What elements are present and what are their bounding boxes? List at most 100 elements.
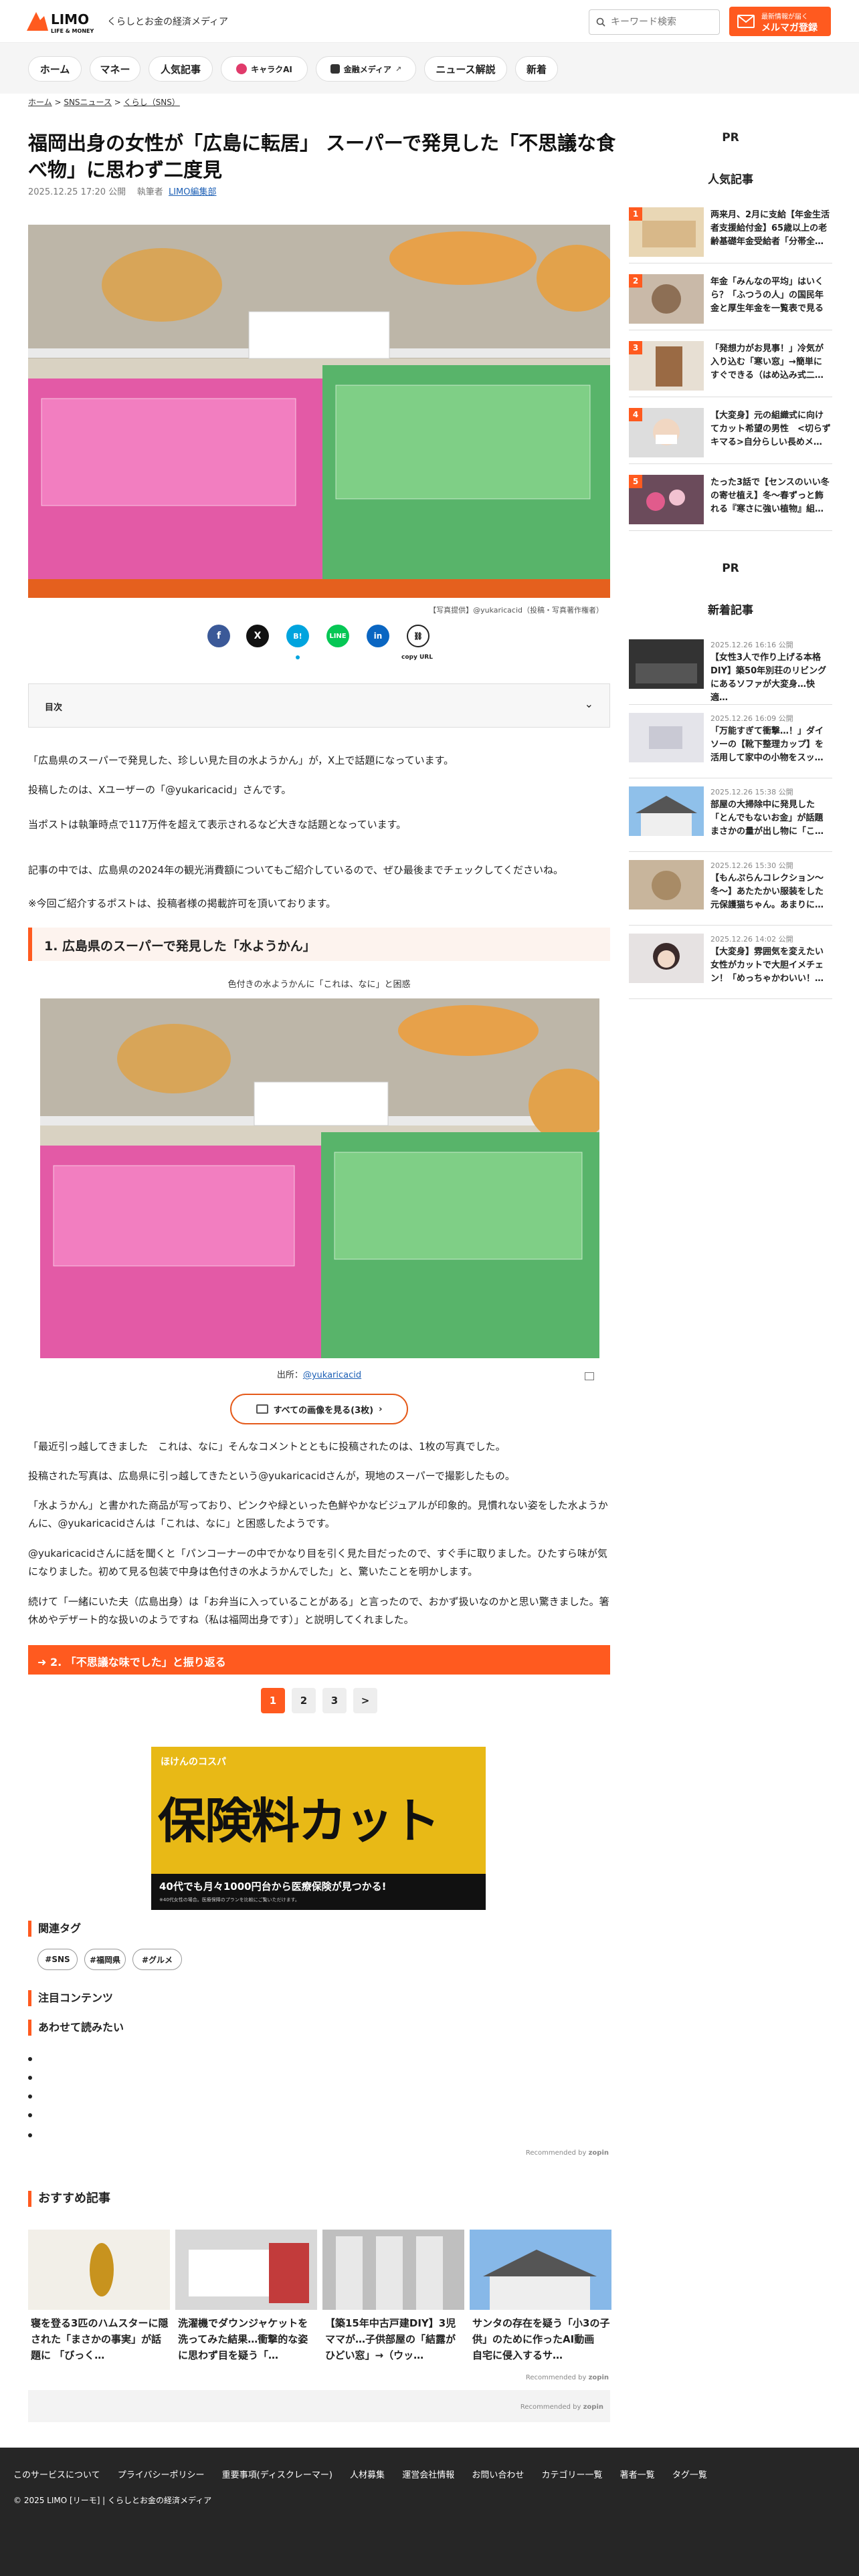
popular-item[interactable]: 4 【大変身】元の組織式に向けてカット希望の男性 <切らずキマる>自分らしい長めメ… [629,401,832,464]
facebook-share-icon[interactable]: f [207,625,230,647]
list-bullet [28,2095,32,2099]
popular-item[interactable]: 2 年金「みんなの平均」はいくら？「ふつうの人」の国民年金と厚生年金を一覧表で見る [629,267,832,330]
x-share-icon[interactable]: X [246,625,269,647]
search-input[interactable] [611,15,711,29]
search-box[interactable] [589,9,720,35]
new-article-item[interactable]: 2025.12.26 16:16 公開 【女性3人で作り上げる本格DIY】築50年… [629,631,832,705]
breadcrumb: ホーム > SNSニュース > くらし（SNS） [28,98,180,107]
breadcrumb-home[interactable]: ホーム [28,98,52,107]
author-link[interactable]: LIMO編集部 [169,187,217,197]
recommended-by: Recommended by zopin [525,2149,609,2157]
site-logo[interactable]: LIMO LIFE & MONEY [25,8,99,36]
hatena-share-icon[interactable]: B! [286,625,309,647]
ad-note: ※40代女性の場合。医療保障のプランを比較にご覧いただけます。 [159,1897,300,1903]
new-article-thumb [629,786,704,836]
share-bar: f X B! LINE in ⛓ copy URL [207,621,435,665]
copyright: © 2025 LIMO [リーモ] | くらしとお金の経済メディア [13,2496,212,2505]
line-share-icon[interactable]: LINE [326,625,349,647]
footer-links: このサービスについて プライバシーポリシー 重要事項(ディスクレーマー) 人材募… [13,2468,722,2480]
footer-link[interactable]: このサービスについて [13,2470,100,2480]
next-section-link[interactable]: ➜ 2. 「不思議な味でした」と振り返る [28,1645,610,1675]
new-article-thumb [629,713,704,762]
page-next[interactable]: > [353,1688,377,1713]
list-bullet [28,2076,32,2080]
recommended-thumb [470,2230,611,2310]
page-2[interactable]: 2 [292,1688,316,1713]
footer-link[interactable]: 重要事項(ディスクレーマー) [222,2470,332,2480]
search-icon [596,17,605,29]
footer-link[interactable]: 著者一覧 [620,2470,655,2480]
also-read-heading: あわせて読みたい [28,2020,124,2036]
footer-link[interactable]: 運営会社情報 [402,2470,454,2480]
article-image[interactable] [40,998,599,1358]
ad-headline: 保険料カット [158,1792,440,1849]
section-heading-1: 1. 広島県のスーパーで発見した「水ようかん」 [28,928,610,961]
recommended-thumb [28,2230,170,2310]
popular-item[interactable]: 3 「発想力がお見事！」冷気が入り込む「寒い窓」→簡単にすぐできる（はめ込み式二… [629,334,832,397]
footer-link[interactable]: タグ一覧 [672,2470,707,2480]
paragraph: ※今回ご紹介するポストは、投稿者様の掲載許可を頂いております。 [28,897,337,909]
ad-banner[interactable]: ほけんのコスパ 保険料カット 40代でも月々1000円台から医療保険が見つかる!… [151,1747,486,1910]
svg-text:LIMO: LIMO [51,11,89,27]
expand-icon[interactable] [585,1372,594,1380]
nav-item-ai[interactable]: キャラクAI [221,56,308,82]
article-date: 2025.12.25 17:20 公開 [28,187,126,197]
tag-gourmet[interactable]: #グルメ [132,1949,182,1970]
new-article-item[interactable]: 2025.12.26 15:38 公開 部屋の大掃除中に発見した「とんでもないお金… [629,778,832,852]
new-article-item[interactable]: 2025.12.26 16:09 公開 「万能すぎて衝撃…！」ダイソーの【靴下整理… [629,705,832,778]
image-source: 出所：@yukaricacid [276,1370,362,1380]
hero-caption: 【写真提供】@yukaricacid（投稿・写真著作権者） [429,606,603,615]
recommended-thumb [322,2230,464,2310]
table-of-contents[interactable]: 目次 ⌄ [28,683,610,728]
newsletter-label: メルマガ登録 [761,23,818,33]
footer-link[interactable]: プライバシーポリシー [118,2470,205,2480]
new-article-item[interactable]: 2025.12.26 15:30 公開 【もんぷらんコレクション〜冬〜】あたたかい… [629,852,832,926]
link-copy-icon[interactable]: ⛓ [407,625,430,647]
footer-link[interactable]: お問い合わせ [472,2470,524,2480]
new-article-thumb [629,934,704,983]
related-tags-heading: 関連タグ [28,1921,81,1937]
popular-item[interactable]: 1 两来月、2月に支給【年金生活者支援給付金】65歳以上の老齢基礎年金受給者「分帯… [629,201,832,263]
category-nav: ホーム マネー 人気記事 キャラクAI 金融メディア ↗ ニュース解説 新着 [0,43,859,94]
tag-fukuoka[interactable]: #福岡県 [84,1949,126,1970]
linkedin-share-icon[interactable]: in [367,625,389,647]
photo-caption: 色付きの水ようかんに「これは、なに」と困惑 [227,980,411,990]
new-article-item[interactable]: 2025.12.26 14:02 公開 【大変身】雰囲気を変えたい女性がカットで大… [629,926,832,999]
new-articles-heading: 新着記事 [708,604,753,617]
footer-link[interactable]: 人材募集 [350,2470,385,2480]
site-tagline: くらしとお金の経済メディア [107,17,229,27]
arrow-right-icon: ➜ [37,1656,47,1669]
source-link[interactable]: @yukaricacid [303,1370,361,1380]
nav-item-popular[interactable]: 人気記事 [149,56,213,82]
site-header: LIMO LIFE & MONEY くらしとお金の経済メディア 最新情報が届く … [0,0,859,43]
author-label: 執筆者 [136,187,163,197]
tag-sns[interactable]: #SNS [37,1949,78,1970]
page-1[interactable]: 1 [261,1688,285,1713]
page-3[interactable]: 3 [322,1688,347,1713]
paragraph: 記事の中では、広島県の2024年の観光消費額についてもご紹介しているので、ぜひ最… [28,864,564,876]
list-bullet [28,2133,32,2137]
nav-item-new[interactable]: 新着 [515,56,558,82]
nav-item-finance-media[interactable]: 金融メディア ↗ [316,56,416,82]
list-bullet [28,2057,32,2061]
paragraph: 投稿したのは、Xユーザーの「@yukaricacid」さんです。 [28,784,292,796]
paragraph: 「広島県のスーパーで発見した、珍しい見た目の水ようかん」が，X上で話題になってい… [28,754,454,766]
nav-item-news[interactable]: ニュース解説 [424,56,507,82]
breadcrumb-life-sns[interactable]: くらし（SNS） [124,98,180,107]
paragraph: 「最近引っ越してきました これは、なに」そんなコメントとともに投稿されたのは、1… [28,1440,506,1453]
nav-item-home[interactable]: ホーム [28,56,82,82]
article-meta: 2025.12.25 17:20 公開 執筆者 LIMO編集部 [28,185,217,197]
chevron-down-icon: ⌄ [584,697,593,710]
article-title: 福岡出身の女性が「広島に転居」 スーパーで発見した「不思議な食べ物」に思わず二度… [28,132,616,181]
nav-item-money[interactable]: マネー [90,56,140,82]
ad-sub: 40代でも月々1000円台から医療保険が見つかる! [159,1881,387,1893]
recommended-by: Recommended by zopin [525,2374,609,2381]
footer-link[interactable]: カテゴリー一覧 [542,2470,603,2480]
media-icon [330,64,340,74]
all-images-button[interactable]: すべての画像を見る(3枚) › [230,1394,408,1424]
popular-item[interactable]: 5 たった3話で【センスのいい冬の寄せ植え】冬〜春ずっと飾れる『寒さに強い植物』組… [629,468,832,531]
newsletter-button[interactable]: 最新情報が届く メルマガ登録 [729,7,831,36]
attention-heading: 注目コンテンツ [28,1990,113,2006]
breadcrumb-sns[interactable]: SNSニュース [64,98,112,107]
pr-label-2: PR [722,562,739,575]
